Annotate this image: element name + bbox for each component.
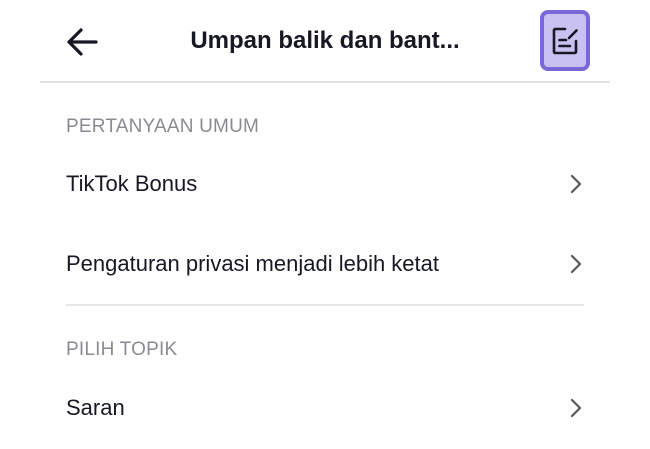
section-label-choose-topic: PILIH TOPIK — [66, 339, 178, 360]
page-title: Umpan balik dan bant... — [190, 27, 460, 54]
list-item-label: Saran — [66, 395, 125, 420]
list-item-privacy-settings[interactable]: Pengaturan privasi menjadi lebih ketat — [66, 239, 586, 289]
list-item-label: TikTok Bonus — [66, 171, 198, 196]
list-item-saran[interactable]: Saran — [66, 383, 586, 433]
chevron-right-icon — [570, 174, 582, 194]
chevron-right-icon — [570, 254, 582, 274]
arrow-left-icon — [67, 28, 98, 56]
list-item-tiktok-bonus[interactable]: TikTok Bonus — [66, 159, 586, 209]
list-item-label: Pengaturan privasi menjadi lebih ketat — [66, 251, 440, 276]
section-divider — [66, 304, 584, 306]
edit-note-icon — [552, 27, 578, 54]
back-button[interactable] — [62, 22, 102, 62]
header-divider — [40, 81, 610, 83]
section-label-general-questions: PERTANYAAN UMUM — [66, 116, 260, 137]
edit-feedback-button[interactable] — [540, 10, 590, 71]
chevron-right-icon — [570, 398, 582, 418]
top-bar: Umpan balik dan bant... — [0, 0, 650, 82]
